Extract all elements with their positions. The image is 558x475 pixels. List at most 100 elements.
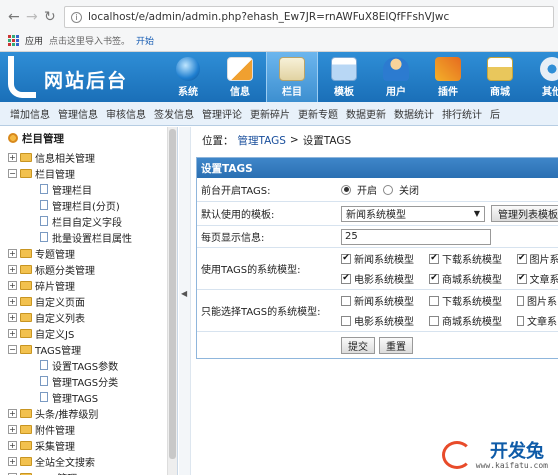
- unchecked-box-icon[interactable]: [429, 315, 439, 326]
- checked-box-icon[interactable]: ✔: [517, 273, 527, 284]
- submenu-data-update[interactable]: 数据更新: [346, 106, 386, 121]
- address-bar[interactable]: i localhost/e/admin/admin.php?ehash_Ew7J…: [64, 6, 554, 28]
- sidebar-group[interactable]: + 全站全文搜索: [0, 453, 177, 469]
- sidebar-group[interactable]: + 自定义页面: [0, 293, 177, 309]
- unchecked-box-icon[interactable]: [341, 295, 351, 306]
- sidebar-item[interactable]: 批量设置栏目属性: [0, 229, 177, 245]
- submenu-add-info[interactable]: 增加信息: [10, 106, 50, 121]
- submenu-sign-info[interactable]: 签发信息: [154, 106, 194, 121]
- expand-icon[interactable]: +: [8, 456, 17, 466]
- sidebar-scrollbar[interactable]: [167, 127, 177, 475]
- sidebar-group[interactable]: + 头条/推荐级别: [0, 405, 177, 421]
- model-checkbox-item[interactable]: 商城系统模型: [429, 313, 517, 328]
- sidebar-group[interactable]: + 碎片管理: [0, 277, 177, 293]
- tree-label[interactable]: 设置TAGS参数: [52, 358, 118, 373]
- breadcrumb-link[interactable]: 管理TAGS: [238, 133, 286, 148]
- nav-plugin[interactable]: 插件: [422, 52, 474, 102]
- model-checkbox-item[interactable]: ✔ 电影系统模型: [341, 271, 429, 286]
- tree-label[interactable]: 附件管理: [35, 422, 75, 437]
- sidebar-group[interactable]: + 信息相关管理: [0, 149, 177, 165]
- sidebar-group[interactable]: +WAP管理: [0, 469, 177, 475]
- nav-other[interactable]: 其他: [526, 52, 558, 102]
- bookmark-apps[interactable]: 应用: [25, 34, 43, 47]
- expand-icon[interactable]: +: [8, 264, 17, 274]
- back-icon[interactable]: ←: [8, 9, 20, 25]
- submenu-manage-info[interactable]: 管理信息: [58, 106, 98, 121]
- template-select[interactable]: 新闻系统模型 ▼: [341, 205, 485, 222]
- expand-icon[interactable]: +: [8, 152, 17, 162]
- sidebar-group[interactable]: − TAGS管理: [0, 341, 177, 357]
- tree-label[interactable]: 头条/推荐级别: [35, 406, 98, 421]
- checked-box-icon[interactable]: ✔: [429, 253, 439, 264]
- collapse-icon[interactable]: −: [8, 168, 17, 178]
- bookmark-start[interactable]: 开始: [136, 34, 154, 47]
- expand-icon[interactable]: +: [8, 248, 17, 258]
- expand-icon[interactable]: +: [8, 296, 17, 306]
- expand-icon[interactable]: +: [8, 280, 17, 290]
- reset-button[interactable]: 重置: [379, 336, 413, 354]
- sidebar-group[interactable]: + 自定义JS: [0, 325, 177, 341]
- nav-column[interactable]: 栏目: [266, 52, 318, 102]
- model-checkbox-item[interactable]: 电影系统模型: [341, 313, 429, 328]
- expand-icon[interactable]: +: [8, 408, 17, 418]
- sidebar-group[interactable]: + 附件管理: [0, 421, 177, 437]
- per-page-input[interactable]: 25: [341, 228, 491, 245]
- sidebar-item[interactable]: 管理TAGS分类: [0, 373, 177, 389]
- tree-label[interactable]: 管理栏目(分页): [52, 198, 120, 213]
- sidebar-item[interactable]: 管理TAGS: [0, 389, 177, 405]
- tree-label[interactable]: 自定义页面: [35, 294, 85, 309]
- collapse-icon[interactable]: −: [8, 344, 17, 354]
- sidebar-group[interactable]: + 自定义列表: [0, 309, 177, 325]
- apps-icon[interactable]: [8, 35, 19, 46]
- tree-label[interactable]: 自定义JS: [35, 326, 74, 341]
- nav-template[interactable]: 模板: [318, 52, 370, 102]
- tree-label[interactable]: 栏目管理: [35, 166, 75, 181]
- enable-off-radio[interactable]: [383, 184, 393, 195]
- nav-shop[interactable]: 商城: [474, 52, 526, 102]
- checked-box-icon[interactable]: ✔: [429, 273, 439, 284]
- sidebar-item[interactable]: 管理栏目: [0, 181, 177, 197]
- model-checkbox-item[interactable]: ✔ 新闻系统模型: [341, 251, 429, 266]
- unchecked-box-icon[interactable]: [517, 315, 524, 326]
- checked-box-icon[interactable]: ✔: [341, 253, 351, 264]
- unchecked-box-icon[interactable]: [341, 315, 351, 326]
- url-text[interactable]: localhost/e/admin/admin.php?ehash_Ew7JR=…: [88, 11, 449, 23]
- tree-label[interactable]: 自定义列表: [35, 310, 85, 325]
- submenu-update-topics[interactable]: 更新专题: [298, 106, 338, 121]
- model-checkbox-item[interactable]: ✔ 文章系: [517, 271, 558, 286]
- unchecked-box-icon[interactable]: [429, 295, 439, 306]
- tree-label[interactable]: 碎片管理: [35, 278, 75, 293]
- nav-info[interactable]: 信息: [214, 52, 266, 102]
- tree-label[interactable]: 信息相关管理: [35, 150, 95, 165]
- submenu-manage-comments[interactable]: 管理评论: [202, 106, 242, 121]
- model-checkbox-item[interactable]: 新闻系统模型: [341, 293, 429, 308]
- sidebar-item[interactable]: 设置TAGS参数: [0, 357, 177, 373]
- model-checkbox-item[interactable]: ✔ 下载系统模型: [429, 251, 517, 266]
- expand-icon[interactable]: +: [8, 328, 17, 338]
- sidebar-splitter[interactable]: ◀: [179, 127, 191, 475]
- tree-label[interactable]: 采集管理: [35, 438, 75, 453]
- submenu-rank-stats[interactable]: 排行统计: [442, 106, 482, 121]
- submenu-update-fragments[interactable]: 更新碎片: [250, 106, 290, 121]
- nav-system[interactable]: 系统: [162, 52, 214, 102]
- expand-icon[interactable]: +: [8, 312, 17, 322]
- checked-box-icon[interactable]: ✔: [341, 273, 351, 284]
- tree-label[interactable]: 专题管理: [35, 246, 75, 261]
- tree-label[interactable]: 标题分类管理: [35, 262, 95, 277]
- sidebar-group[interactable]: + 专题管理: [0, 245, 177, 261]
- collapse-arrow-icon[interactable]: ◀: [181, 289, 187, 298]
- manage-list-template-button[interactable]: 管理列表模板: [491, 205, 558, 222]
- unchecked-box-icon[interactable]: [517, 295, 524, 306]
- tree-label[interactable]: 管理TAGS: [52, 390, 98, 405]
- forward-icon[interactable]: →: [26, 9, 38, 25]
- expand-icon[interactable]: +: [8, 440, 17, 450]
- submenu-review-info[interactable]: 审核信息: [106, 106, 146, 121]
- tree-label[interactable]: WAP管理: [35, 470, 77, 475]
- tree-label[interactable]: 全站全文搜索: [35, 454, 95, 469]
- sidebar-item[interactable]: 栏目自定义字段: [0, 213, 177, 229]
- tree-label[interactable]: 管理栏目: [52, 182, 92, 197]
- model-checkbox-item[interactable]: ✔ 图片系: [517, 251, 558, 266]
- model-checkbox-item[interactable]: 图片系: [517, 293, 557, 308]
- sidebar-group[interactable]: − 栏目管理: [0, 165, 177, 181]
- submit-button[interactable]: 提交: [341, 336, 375, 354]
